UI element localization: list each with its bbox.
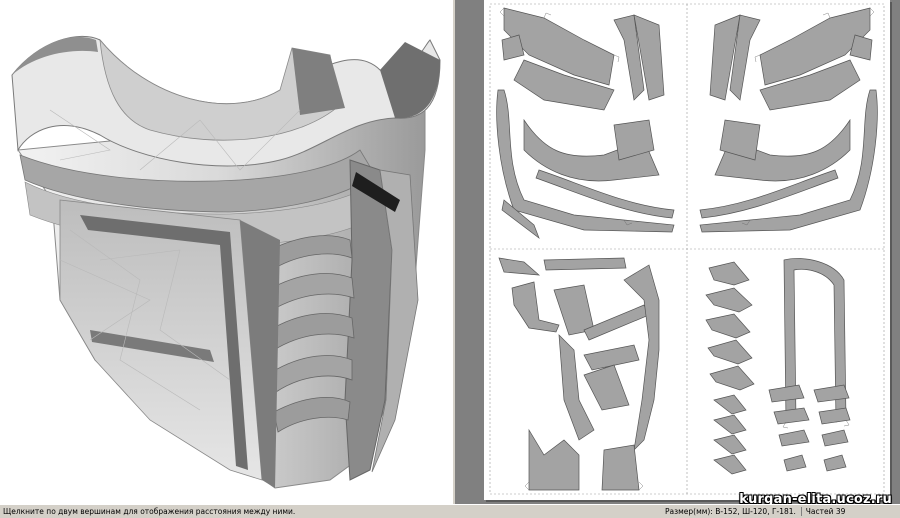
- status-hint: Щелкните по двум вершинам для отображени…: [3, 507, 296, 516]
- 2d-layout-view[interactable]: [456, 0, 900, 504]
- model-size: Размер(мм): В-152, Ш-120, Г-181.: [665, 507, 796, 516]
- status-size-info: Размер(мм): В-152, Ш-120, Г-181. Частей …: [665, 507, 845, 516]
- paper-sheet: [484, 0, 890, 500]
- status-separator: [800, 507, 802, 516]
- parts-count: Частей 39: [805, 507, 846, 516]
- mask-3d-model: [11, 35, 441, 489]
- unfolded-parts: [489, 3, 885, 495]
- 3d-model-viewport[interactable]: [0, 0, 452, 504]
- status-bar: Щелкните по двум вершинам для отображени…: [0, 504, 900, 518]
